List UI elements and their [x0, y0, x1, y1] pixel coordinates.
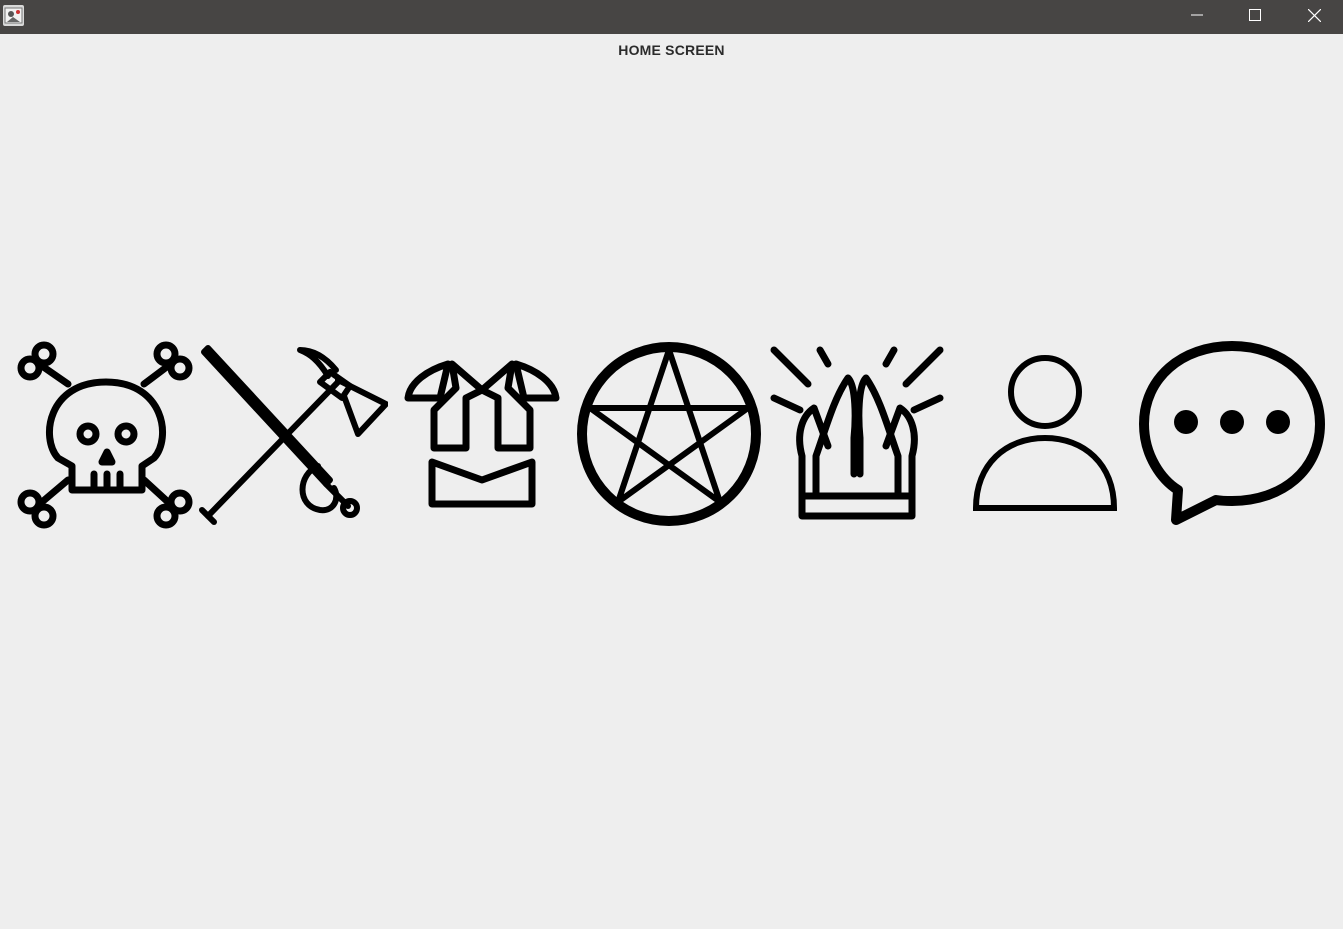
pentagram-button[interactable] [574, 338, 764, 530]
armor-button[interactable] [386, 338, 576, 530]
page-title: HOME SCREEN [618, 42, 725, 58]
crossed-weapons-button[interactable] [198, 338, 388, 530]
pentagram-icon [577, 342, 761, 526]
praying-hands-button[interactable] [762, 338, 952, 530]
skull-crossbones-icon [17, 341, 193, 529]
title-bar [0, 0, 1343, 34]
armor-icon [404, 360, 560, 508]
chat-bubble-icon [1139, 341, 1325, 525]
app-icon[interactable] [3, 5, 24, 26]
user-icon [972, 355, 1118, 511]
praying-hands-icon [770, 346, 944, 520]
chat-button[interactable] [1138, 338, 1328, 530]
minimize-icon [1191, 14, 1203, 16]
profile-button[interactable] [950, 338, 1140, 530]
minimize-button[interactable] [1168, 0, 1226, 30]
close-icon [1307, 8, 1321, 22]
maximize-button[interactable] [1226, 0, 1284, 30]
maximize-icon [1249, 9, 1261, 21]
crossed-sword-axe-icon [199, 345, 388, 525]
close-button[interactable] [1285, 0, 1343, 30]
skull-crossbones-button[interactable] [10, 338, 200, 530]
